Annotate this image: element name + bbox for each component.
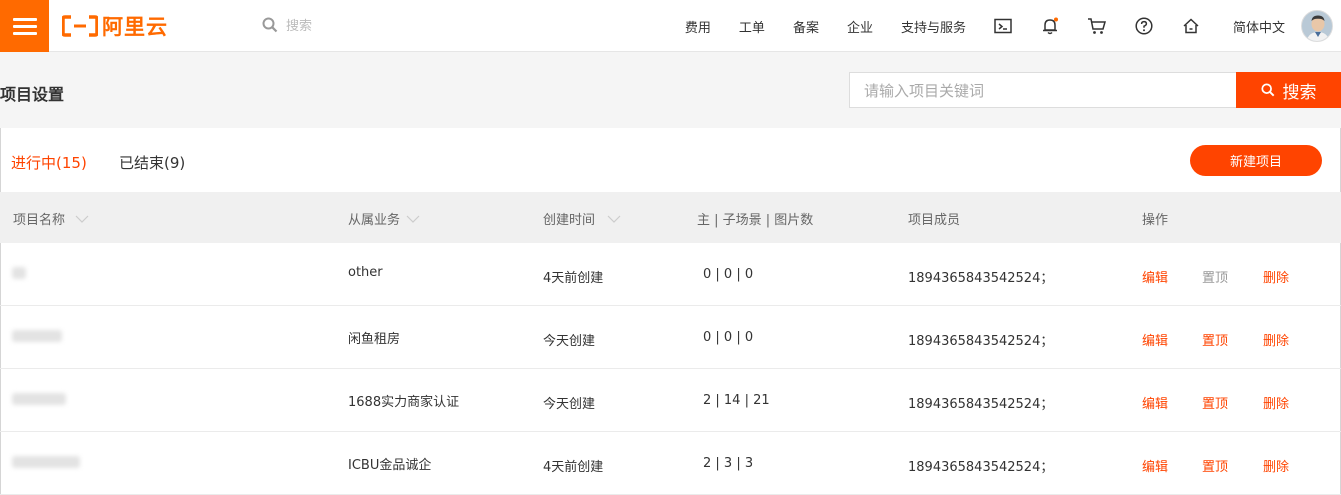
aliyun-logo-icon: [62, 15, 98, 37]
menu-icon: [12, 17, 37, 21]
row-members: 1894365843542524；: [908, 397, 1054, 412]
aliyun-logo[interactable]: 阿里云: [62, 13, 168, 39]
column-header-created[interactable]: 创建时间: [543, 209, 621, 228]
home-icon[interactable]: [1168, 17, 1215, 35]
edit-button[interactable]: 编辑: [1142, 393, 1168, 412]
redacted-project-name: [12, 393, 66, 405]
hamburger-menu-button[interactable]: [0, 0, 49, 52]
row-business: 1688实力商家认证: [348, 395, 460, 410]
row-business: other: [348, 265, 383, 280]
user-avatar-icon: [1302, 11, 1332, 41]
column-header-members: 项目成员: [908, 213, 961, 228]
pin-top-button[interactable]: 置顶: [1202, 393, 1228, 412]
redacted-project-name: [12, 456, 80, 468]
tab-finished[interactable]: 已结束(9): [119, 152, 185, 173]
row-counts: 2 | 3 | 3: [703, 456, 754, 471]
nav-item-icp[interactable]: 备案: [779, 17, 833, 36]
project-keyword-input[interactable]: 请输入项目关键词: [849, 72, 1237, 108]
row-created: 4天前创建: [543, 271, 604, 286]
row-business: ICBU金品诚企: [348, 458, 432, 473]
row-created: 今天创建: [543, 397, 596, 412]
help-icon[interactable]: [1121, 17, 1168, 35]
table-row: 闲鱼租房 今天创建 0 | 0 | 0 1894365843542524； 编辑…: [0, 306, 1341, 369]
delete-button[interactable]: 删除: [1263, 330, 1289, 349]
column-header-actions: 操作: [1142, 213, 1169, 228]
search-icon: [262, 17, 278, 32]
page-header: 项目设置 请输入项目关键词 搜索: [0, 52, 1341, 128]
pin-top-button[interactable]: 置顶: [1202, 456, 1228, 475]
new-project-button[interactable]: 新建项目: [1190, 145, 1322, 176]
row-members: 1894365843542524；: [908, 460, 1054, 475]
nav-item-support[interactable]: 支持与服务: [887, 17, 980, 36]
pin-top-button[interactable]: 置顶: [1202, 267, 1228, 286]
redacted-project-name: [12, 267, 26, 279]
redacted-project-name: [12, 330, 62, 342]
nav-item-enterprise[interactable]: 企业: [833, 17, 887, 36]
project-search-label: 搜索: [1282, 82, 1317, 103]
row-counts: 0 | 0 | 0: [703, 330, 754, 345]
delete-button[interactable]: 删除: [1263, 393, 1289, 412]
row-members: 1894365843542524；: [908, 334, 1054, 349]
delete-button[interactable]: 删除: [1263, 267, 1289, 286]
table-row: other 4天前创建 0 | 0 | 0 1894365843542524； …: [0, 243, 1341, 306]
top-navbar: 阿里云 搜索 费用 工单 备案 企业 支持与服务 简体中文: [0, 0, 1341, 52]
logo-text: 阿里云: [102, 15, 168, 39]
chevron-down-icon: [75, 215, 89, 223]
project-keyword-placeholder: 请输入项目关键词: [864, 81, 985, 100]
edit-button[interactable]: 编辑: [1142, 456, 1168, 475]
row-business: 闲鱼租房: [348, 332, 401, 347]
column-header-business[interactable]: 从属业务: [348, 209, 420, 228]
edit-button[interactable]: 编辑: [1142, 267, 1168, 286]
edit-button[interactable]: 编辑: [1142, 330, 1168, 349]
column-header-counts: 主 | 子场景 | 图片数: [697, 213, 814, 228]
nav-item-billing[interactable]: 费用: [671, 17, 725, 36]
row-counts: 0 | 0 | 0: [703, 267, 754, 282]
top-search[interactable]: 搜索: [262, 15, 312, 34]
column-header-name[interactable]: 项目名称: [13, 209, 89, 228]
row-counts: 2 | 14 | 21: [703, 393, 770, 408]
delete-button[interactable]: 删除: [1263, 456, 1289, 475]
chevron-down-icon: [406, 215, 420, 223]
table-row: ICBU金品诚企 4天前创建 2 | 3 | 3 189436584354252…: [0, 432, 1341, 495]
tab-in-progress[interactable]: 进行中(15): [11, 152, 87, 173]
nav-item-tickets[interactable]: 工单: [725, 17, 779, 36]
top-nav-links: 费用 工单 备案 企业 支持与服务 简体中文: [671, 0, 1341, 52]
chevron-down-icon: [607, 215, 621, 223]
avatar[interactable]: [1301, 10, 1333, 42]
pin-top-button[interactable]: 置顶: [1202, 330, 1228, 349]
page-title: 项目设置: [0, 85, 65, 104]
top-search-placeholder: 搜索: [286, 19, 313, 34]
project-search-button[interactable]: 搜索: [1236, 72, 1341, 108]
cart-icon[interactable]: [1074, 17, 1121, 35]
project-status-tabs: 进行中(15) 已结束(9) 新建项目: [0, 128, 1341, 192]
language-switcher[interactable]: 简体中文: [1215, 17, 1301, 36]
table-row: 1688实力商家认证 今天创建 2 | 14 | 21 189436584354…: [0, 369, 1341, 432]
row-created: 今天创建: [543, 334, 596, 349]
row-created: 4天前创建: [543, 460, 604, 475]
terminal-icon[interactable]: [980, 18, 1027, 34]
table-header: 项目名称 从属业务 创建时间 主 | 子场景 | 图片数 项目成员 操作: [0, 192, 1341, 243]
row-members: 1894365843542524；: [908, 271, 1054, 286]
search-icon: [1260, 83, 1274, 97]
bell-icon[interactable]: [1027, 17, 1074, 35]
